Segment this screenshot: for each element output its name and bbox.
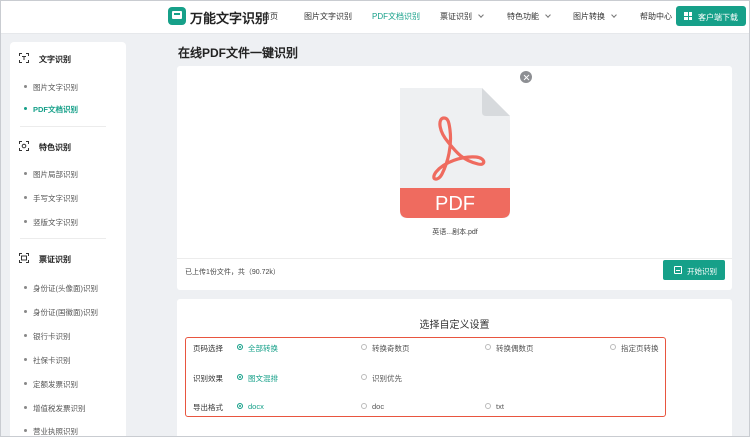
option-label: docx [248, 402, 264, 411]
option-label: 指定页转换 [621, 344, 659, 353]
bullet-icon [24, 358, 27, 361]
nav-home-label: 首页 [262, 12, 278, 21]
nav-pdf-ocr-label: PDF文档识别 [372, 12, 420, 21]
radio-icon [485, 344, 491, 350]
sidebar-item-label: PDF文档识别 [33, 105, 78, 114]
bullet-icon [24, 406, 27, 409]
upload-card-divider [177, 258, 732, 259]
start-recognition-button[interactable]: 开始识别 [663, 260, 725, 280]
sidebar-category-label: 票证识别 [39, 255, 71, 264]
radio-icon [237, 403, 243, 409]
sidebar: 文字识别 图片文字识别 PDF文档识别 特色识别 图片局部识别 手写文字识别 竖… [10, 42, 126, 437]
pdf-file-icon: PDF [400, 88, 510, 218]
chevron-down-icon [611, 12, 617, 18]
recognition-effect-label: 识别效果 [193, 374, 223, 383]
radio-icon [237, 374, 243, 380]
sidebar-item-label: 手写文字识别 [33, 194, 78, 203]
remove-file-icon[interactable] [520, 71, 532, 83]
brand-name[interactable]: 万能文字识别 [190, 8, 268, 27]
sidebar-divider [20, 126, 106, 127]
option-label: doc [372, 402, 385, 411]
nav-image-ocr[interactable]: 图片文字识别 [304, 11, 352, 22]
app-logo-icon[interactable] [168, 7, 186, 25]
radio-icon [237, 344, 243, 350]
nav-image-ocr-label: 图片文字识别 [304, 12, 352, 21]
option-label: 图文混排 [248, 374, 278, 383]
option-label: txt [496, 402, 504, 411]
bullet-icon [24, 286, 27, 289]
radio-icon [610, 344, 616, 350]
bullet-icon [24, 429, 27, 432]
sidebar-item-label: 身份证(头像面)识别 [33, 284, 98, 293]
nav-home[interactable]: 首页 [262, 11, 278, 22]
client-download-button[interactable]: 客户端下载 [676, 6, 746, 26]
bullet-icon [24, 220, 27, 223]
sidebar-item-label: 身份证(国徽面)识别 [33, 308, 98, 317]
nav-help-label: 帮助中心 [640, 12, 672, 21]
chevron-down-icon [545, 12, 551, 18]
start-recognition-label: 开始识别 [687, 267, 717, 276]
bullet-icon [24, 334, 27, 337]
option-label: 转换奇数页 [372, 344, 410, 353]
bullet-icon [24, 382, 27, 385]
scan-icon [674, 266, 682, 274]
chevron-down-icon [478, 12, 484, 18]
nav-help[interactable]: 帮助中心 [640, 11, 672, 22]
sidebar-item-label: 图片文字识别 [33, 83, 78, 92]
bullet-icon [24, 107, 27, 110]
sidebar-item-label: 银行卡识别 [33, 332, 71, 341]
sidebar-item-label: 图片局部识别 [33, 170, 78, 179]
bullet-icon [24, 310, 27, 313]
sidebar-divider [20, 238, 106, 239]
nav-ticket-ocr[interactable]: 票证识别 [440, 11, 484, 22]
option-label: 转换偶数页 [496, 344, 534, 353]
page-selection-label: 页码选择 [193, 344, 223, 353]
radio-icon [361, 344, 367, 350]
page-title: 在线PDF文件一键识别 [178, 46, 299, 60]
bullet-icon [24, 85, 27, 88]
export-format-label: 导出格式 [193, 403, 223, 412]
sidebar-item-label: 社保卡识别 [33, 356, 71, 365]
sidebar-item-label: 定额发票识别 [33, 380, 78, 389]
pdf-file-thumbnail: PDF [386, 78, 526, 220]
nav-ticket-ocr-label: 票证识别 [440, 12, 472, 21]
windows-icon [684, 12, 692, 20]
scan-ticket-icon [19, 253, 29, 263]
nav-image-convert[interactable]: 图片转换 [573, 11, 617, 22]
radio-icon [361, 374, 367, 380]
nav-features[interactable]: 特色功能 [507, 11, 551, 22]
radio-icon [485, 403, 491, 409]
sidebar-item-label: 竖版文字识别 [33, 218, 78, 227]
nav-pdf-ocr[interactable]: PDF文档识别 [372, 11, 420, 22]
scan-target-icon [19, 141, 29, 151]
settings-title: 选择自定义设置 [419, 320, 490, 331]
sidebar-category-label: 文字识别 [39, 55, 71, 64]
nav-features-label: 特色功能 [507, 12, 539, 21]
upload-status: 已上传1份文件，共（90.72k） [185, 269, 280, 276]
nav-image-convert-label: 图片转换 [573, 12, 605, 21]
sidebar-item-label: 增值税发票识别 [33, 404, 86, 413]
radio-icon [361, 403, 367, 409]
pdf-type-label: PDF [435, 193, 475, 215]
bullet-icon [24, 196, 27, 199]
client-download-label: 客户端下载 [698, 13, 738, 22]
scan-text-icon [19, 53, 29, 63]
top-header: 万能文字识别 首页 图片文字识别 PDF文档识别 票证识别 特色功能 图片转换 … [0, 0, 750, 34]
sidebar-item-label: 营业执照识别 [33, 427, 78, 436]
sidebar-category-label: 特色识别 [39, 143, 71, 152]
option-label: 全部转换 [248, 344, 278, 353]
file-name: 英语...剧本.pdf [432, 229, 478, 236]
option-label: 识别优先 [372, 374, 402, 383]
bullet-icon [24, 172, 27, 175]
